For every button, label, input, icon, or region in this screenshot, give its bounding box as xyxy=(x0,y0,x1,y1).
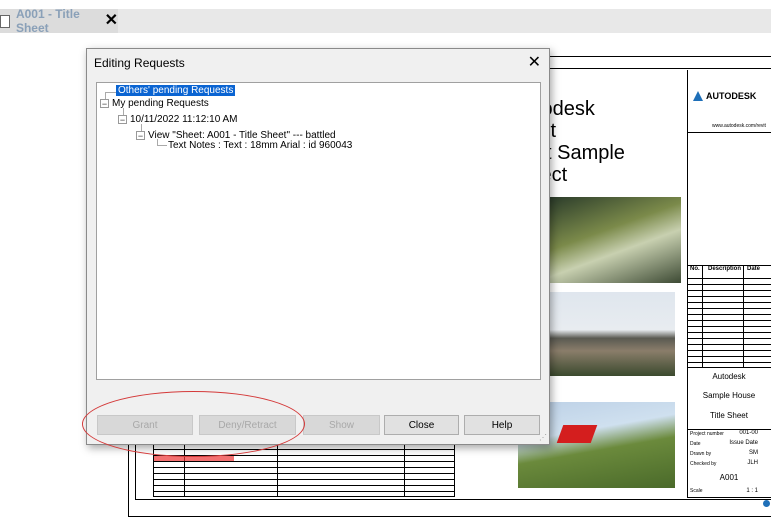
date-label: Date xyxy=(690,441,701,447)
rev-date-header: Date xyxy=(747,266,761,272)
sheet-name: Title Sheet xyxy=(710,411,748,420)
tree-item-others-pending[interactable]: Others' pending Requests xyxy=(116,85,236,96)
requests-tree[interactable]: Others' pending Requests − My pending Re… xyxy=(96,82,541,380)
tree-item-label: Text Notes : Text : 18mm Arial : id 9600… xyxy=(168,140,353,151)
drawn-by-label: Drawn by xyxy=(690,451,712,457)
grant-button[interactable]: Grant xyxy=(97,415,193,435)
checked-by-label: Checked by xyxy=(690,461,717,467)
tab-a001-title-sheet[interactable]: A001 - Title Sheet ✕ xyxy=(0,7,118,35)
revision-table xyxy=(687,273,771,367)
tree-item-element[interactable]: Text Notes : Text : 18mm Arial : id 9600… xyxy=(168,140,352,151)
sheet-icon xyxy=(0,14,10,28)
rev-description-header: Description xyxy=(708,266,742,272)
website-text: www.autodesk.com/revit xyxy=(712,123,766,129)
tree-item-label: Others' pending Requests xyxy=(116,85,236,96)
status-dot xyxy=(763,500,770,507)
collapse-icon[interactable]: − xyxy=(136,131,145,141)
schedule-table xyxy=(153,443,455,497)
document-tab-bar: A001 - Title Sheet ✕ xyxy=(0,0,771,35)
project-number-label: Project number xyxy=(690,431,724,437)
sheet-number: A001 xyxy=(719,473,739,482)
red-roof-shape xyxy=(556,425,598,443)
collapse-icon[interactable]: − xyxy=(118,115,127,125)
dialog-close-icon[interactable]: ✕ xyxy=(528,52,541,72)
tree-item-timestamp[interactable]: − 10/11/2022 11:12:10 AM xyxy=(118,114,238,125)
scale-value: 1 : 1 xyxy=(746,488,758,494)
tree-item-label: My pending Requests xyxy=(112,98,209,109)
show-button[interactable]: Show xyxy=(303,415,380,435)
tab-close-icon[interactable]: ✕ xyxy=(105,13,118,29)
tree-item-label: 10/11/2022 11:12:10 AM xyxy=(130,114,238,125)
editing-requests-dialog: Editing Requests ✕ Others' pending Reque… xyxy=(86,48,550,445)
collapse-icon[interactable]: − xyxy=(100,99,109,109)
project-name: Sample House xyxy=(702,391,756,400)
rev-no-header: No. xyxy=(690,266,700,272)
help-button[interactable]: Help xyxy=(464,415,540,435)
drawn-by: SM xyxy=(749,450,758,456)
issue-date: Issue Date xyxy=(729,440,758,446)
tab-title: A001 - Title Sheet xyxy=(15,7,80,35)
scale-label: Scale xyxy=(690,488,703,494)
section-render-image xyxy=(548,292,675,376)
interior-render-image xyxy=(548,197,681,283)
autodesk-logo-icon xyxy=(693,91,703,101)
close-button[interactable]: Close xyxy=(384,415,459,435)
tab-strip xyxy=(118,9,771,33)
resize-grip-icon[interactable]: ⋰ xyxy=(539,433,547,442)
company-name: Autodesk xyxy=(712,372,746,381)
autodesk-logo: AUTODESK xyxy=(693,91,763,101)
project-number: 001-00 xyxy=(739,430,758,436)
dialog-title: Editing Requests xyxy=(94,56,185,70)
checked-by: JLH xyxy=(747,460,758,466)
deny-retract-button[interactable]: Deny/Retract xyxy=(199,415,296,435)
tree-item-my-pending[interactable]: − My pending Requests xyxy=(100,98,209,109)
